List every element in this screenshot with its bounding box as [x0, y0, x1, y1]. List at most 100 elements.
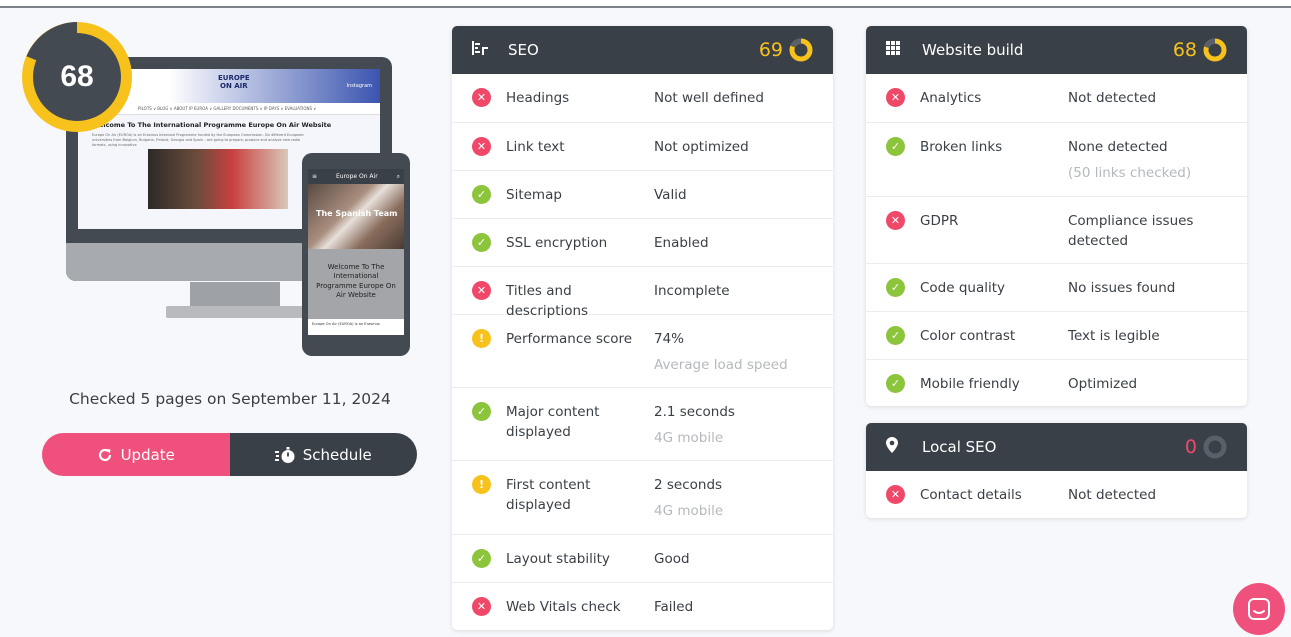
check-pass-icon: ✓ [886, 374, 905, 393]
check-pass-icon: ✓ [472, 233, 491, 252]
site-title: Welcome To The International Programme E… [92, 121, 332, 129]
monitor-stand [190, 282, 280, 306]
check-row: ✕ Web Vitals check Failed [452, 582, 833, 630]
top-divider [0, 0, 1291, 8]
website-build-score-donut [1203, 38, 1227, 62]
check-result: Not optimized [654, 137, 813, 157]
check-value: Valid [654, 187, 687, 203]
check-row: ✓ SSL encryption Enabled [452, 218, 833, 266]
mobile-screenshot: ≡ Europe On Air ⌕ The Spanish Team Welco… [308, 169, 404, 335]
check-fail-icon: ✕ [886, 485, 905, 504]
check-result: Not detected [1068, 485, 1227, 505]
check-label: Major content displayed [506, 404, 600, 440]
seo-score-donut [789, 38, 813, 62]
refresh-icon [98, 448, 111, 461]
check-row: ✕ GDPR Compliance issues detected [866, 196, 1247, 263]
overall-score: 68 [60, 60, 94, 93]
check-label: Contact details [920, 487, 1022, 503]
website-build-title: Website build [922, 41, 1024, 59]
check-fail-icon: ✕ [886, 88, 905, 107]
local-seo-score-donut [1203, 435, 1227, 459]
website-build-card: Website build 68 ✕ Analytics Not detected ✓… [866, 26, 1247, 406]
check-value: Not detected [1068, 487, 1157, 503]
location-pin-icon [886, 437, 910, 457]
check-value: Good [654, 551, 690, 567]
check-fail-icon: ✕ [472, 88, 491, 107]
check-label: Layout stability [506, 551, 610, 567]
check-label: Mobile friendly [920, 376, 1020, 392]
check-result: Optimized [1068, 374, 1227, 394]
seo-icon [472, 41, 496, 59]
check-row: ✓ Broken links None detected (50 links chec… [866, 122, 1247, 196]
check-fail-icon: ✕ [472, 137, 491, 156]
mobile-photo: The Spanish Team [308, 184, 404, 249]
check-value: 74% [654, 331, 685, 347]
check-detail: 4G mobile [654, 430, 724, 446]
site-logo-line2: ON AIR [220, 81, 248, 90]
check-label: SSL encryption [506, 235, 608, 251]
checked-date: Checked 5 pages on September 11, 2024 [69, 390, 391, 408]
check-label: First content displayed [506, 477, 591, 513]
check-row: ✓ Code quality No issues found [866, 263, 1247, 311]
local-seo-title: Local SEO [922, 438, 997, 456]
update-button[interactable]: Update [42, 433, 230, 476]
check-pass-icon: ✓ [472, 402, 491, 421]
check-value: None detected [1068, 139, 1168, 155]
site-logo: EUROPE ON AIR [218, 74, 250, 90]
check-label: GDPR [920, 213, 959, 229]
check-label: Sitemap [506, 187, 562, 203]
check-value: 2.1 seconds [654, 404, 735, 420]
chat-icon [1248, 598, 1270, 620]
check-label: Performance score [506, 331, 633, 347]
local-seo-card-header: Local SEO 0 [866, 423, 1247, 471]
check-row: ✕ Headings Not well defined [452, 74, 833, 122]
check-row: ✕ Analytics Not detected [866, 74, 1247, 122]
check-result: 74% Average load speed [654, 329, 813, 375]
check-result: No issues found [1068, 278, 1227, 298]
local-seo-rows: ✕ Contact details Not detected [866, 471, 1247, 518]
check-result: Incomplete [654, 281, 813, 301]
check-row: ! Performance score 74% Average load speed [452, 314, 833, 387]
website-build-rows: ✕ Analytics Not detected ✓ Broken links None … [866, 74, 1247, 406]
check-row: ✓ Layout stability Good [452, 534, 833, 582]
check-result: Not detected [1068, 88, 1227, 108]
check-value: Text is legible [1068, 328, 1160, 344]
search-icon: ⌕ [396, 173, 400, 180]
check-value: Enabled [654, 235, 709, 251]
chat-launcher-button[interactable] [1233, 583, 1285, 635]
check-row: ✕ Link text Not optimized [452, 122, 833, 170]
check-row: ✕ Contact details Not detected [866, 471, 1247, 518]
site-text: Europe On Air (EUROA) is an Erasmus Inte… [92, 133, 304, 147]
stopwatch-icon [274, 446, 295, 463]
check-fail-icon: ✕ [472, 597, 491, 616]
schedule-button[interactable]: Schedule [229, 433, 417, 476]
check-label: Titles and descriptions [506, 283, 589, 319]
check-result: Enabled [654, 233, 813, 253]
check-result: Good [654, 549, 813, 569]
check-value: No issues found [1068, 280, 1176, 296]
website-build-score: 68 [1172, 39, 1197, 61]
check-row: ! First content displayed 2 seconds 4G mobi… [452, 460, 833, 534]
mobile-preview: ≡ Europe On Air ⌕ The Spanish Team Welco… [302, 153, 410, 356]
website-build-card-header: Website build 68 [866, 26, 1247, 74]
site-preview-panel: EUROPE ON AIR Instagram PILOTS ∨ BLOG ∨ … [22, 20, 422, 490]
check-row: ✓ Sitemap Valid [452, 170, 833, 218]
check-row: ✓ Mobile friendly Optimized [866, 359, 1247, 406]
check-result: 2.1 seconds 4G mobile [654, 402, 813, 448]
grid-icon [886, 41, 910, 59]
check-result: Not well defined [654, 88, 813, 108]
seo-card: SEO 69 ✕ Headings Not well defined ✕ Link te… [452, 26, 833, 630]
local-seo-card: Local SEO 0 ✕ Contact details Not detected [866, 423, 1247, 518]
check-fail-icon: ✕ [886, 211, 905, 230]
check-detail: Average load speed [654, 357, 788, 373]
check-label: Color contrast [920, 328, 1016, 344]
monitor-base [166, 306, 306, 318]
check-value: Not detected [1068, 90, 1157, 106]
schedule-button-label: Schedule [302, 445, 372, 464]
check-pass-icon: ✓ [472, 549, 491, 568]
check-fail-icon: ✕ [472, 281, 491, 300]
check-label: Headings [506, 90, 570, 106]
seo-score: 69 [758, 39, 783, 61]
seo-title: SEO [508, 41, 539, 59]
mobile-topbar: ≡ Europe On Air ⌕ [308, 169, 404, 184]
